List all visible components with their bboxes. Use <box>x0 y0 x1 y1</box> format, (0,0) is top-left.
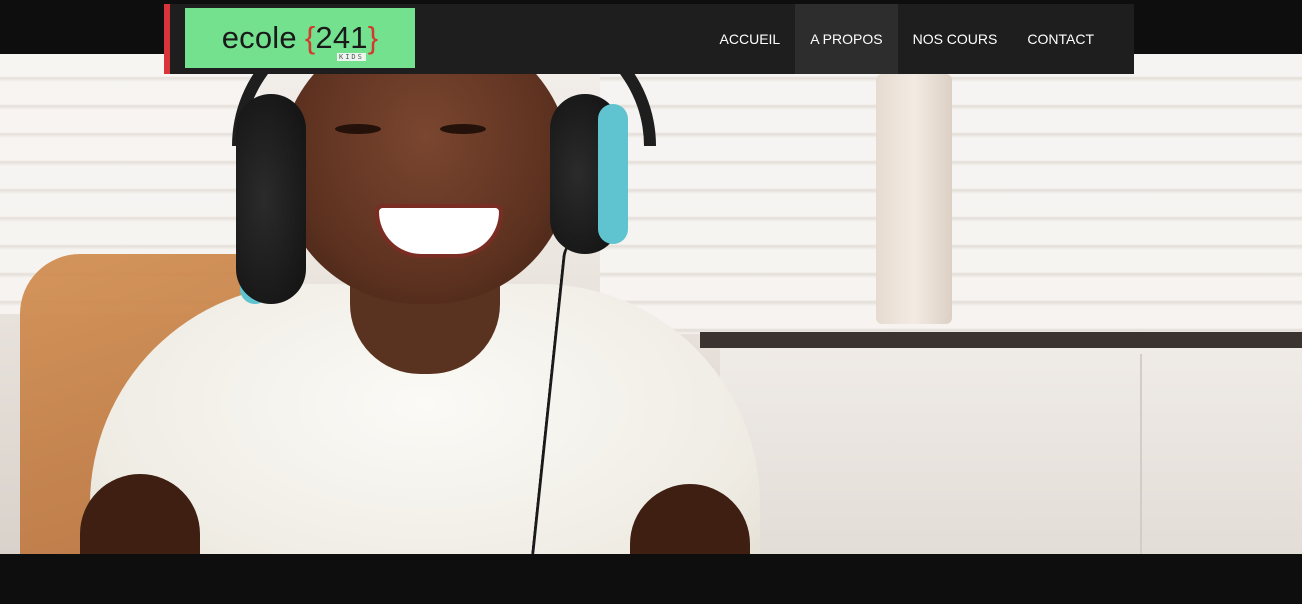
nav-item-nos-cours[interactable]: NOS COURS <box>898 4 1013 74</box>
logo-open-brace: { <box>304 20 316 55</box>
main-nav: ACCUEIL A PROPOS NOS COURS CONTACT <box>705 4 1109 74</box>
nav-item-contact[interactable]: CONTACT <box>1012 4 1109 74</box>
logo-subtitle: KIDS <box>337 53 366 61</box>
hero-image <box>0 54 1302 554</box>
kitchen-cabinet <box>720 348 1302 554</box>
kitchen-jar <box>876 74 952 324</box>
logo-close-brace: } <box>367 20 379 55</box>
nav-item-accueil[interactable]: ACCUEIL <box>705 4 796 74</box>
navbar: ecole { 241 } KIDS ACCUEIL A PROPOS NOS … <box>164 4 1134 74</box>
headphones-pad-right <box>598 104 628 244</box>
kitchen-counter <box>700 332 1302 348</box>
headphones-cup-left <box>236 94 306 304</box>
logo-number: 241 <box>315 20 368 55</box>
cabinet-door-edge <box>1140 354 1142 554</box>
page: ecole { 241 } KIDS ACCUEIL A PROPOS NOS … <box>0 0 1302 604</box>
site-logo[interactable]: ecole { 241 } KIDS <box>185 8 415 68</box>
nav-item-a-propos[interactable]: A PROPOS <box>795 4 898 74</box>
logo-text: ecole <box>221 20 297 55</box>
